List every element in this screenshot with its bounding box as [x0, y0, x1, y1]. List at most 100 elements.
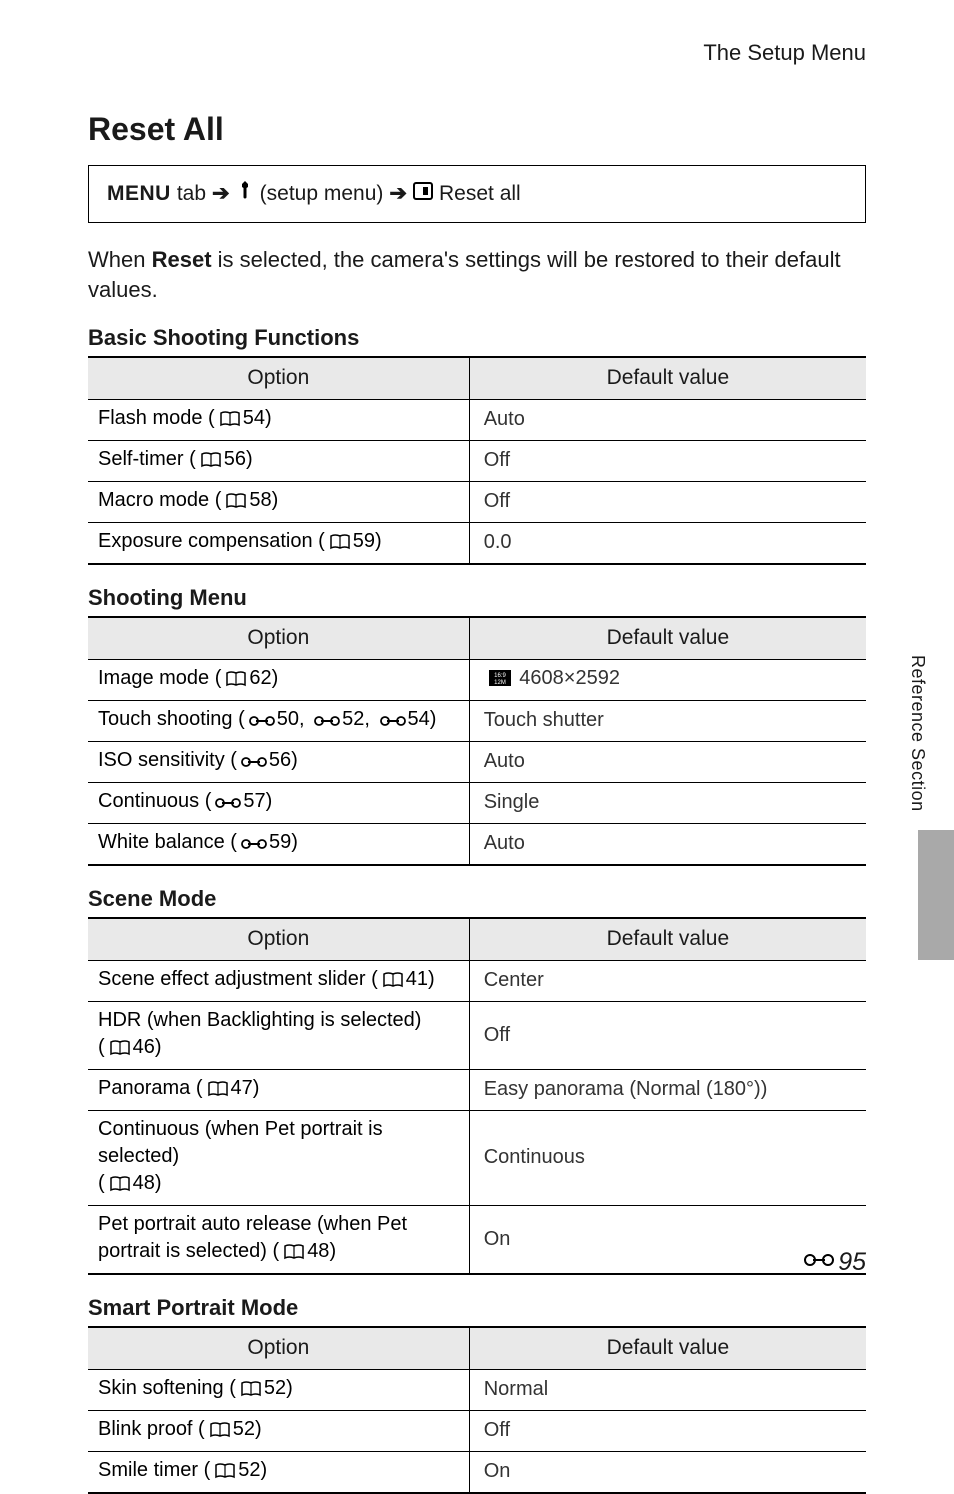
table-row: Macro mode (58)Off	[88, 481, 866, 522]
page-footer: 95	[804, 1246, 866, 1280]
default-value-cell: Center	[469, 960, 866, 1001]
page-ref: 52	[233, 1418, 255, 1440]
default-value-cell: Normal	[469, 1369, 866, 1410]
default-value-cell: Touch shutter	[469, 700, 866, 741]
option-cell: Exposure compensation (59)	[88, 522, 469, 564]
defaults-table: OptionDefault valueFlash mode (54)AutoSe…	[88, 356, 866, 564]
option-cell: White balance (59)	[88, 823, 469, 865]
arrow-icon: ➔	[212, 180, 230, 208]
option-name: Scene effect adjustment slider	[98, 968, 366, 990]
option-name: Touch shooting	[98, 708, 233, 730]
default-value-cell: Continuous	[469, 1110, 866, 1205]
page-ref: 41	[406, 968, 428, 990]
option-name: Skin softening	[98, 1377, 224, 1399]
default-value: Single	[484, 791, 540, 813]
menu-label: MENU	[107, 180, 171, 208]
book-ref-icon	[283, 1241, 305, 1268]
option-cell: Flash mode (54)	[88, 399, 469, 440]
wrench-icon	[236, 180, 254, 208]
tab-ref-icon	[241, 832, 267, 859]
option-cell: Image mode (62)	[88, 659, 469, 700]
col-header-option: Option	[88, 1327, 469, 1369]
default-value-cell: Off	[469, 1001, 866, 1069]
option-cell: Scene effect adjustment slider (41)	[88, 960, 469, 1001]
default-value: Normal	[484, 1378, 548, 1400]
page-ref: 56	[224, 448, 246, 470]
table-row: Image mode (62)16:912M 4608×2592	[88, 659, 866, 700]
option-cell: Self-timer (56)	[88, 440, 469, 481]
page-ref: 59	[353, 530, 375, 552]
col-header-option: Option	[88, 357, 469, 399]
default-value-cell: Easy panorama (Normal (180°))	[469, 1069, 866, 1110]
option-name: Continuous (when Pet portrait is selecte…	[98, 1118, 383, 1167]
page-ref: 52	[264, 1377, 286, 1399]
page-title: Reset All	[88, 108, 866, 151]
tab-ref-icon	[249, 709, 275, 736]
page-ref: 50	[277, 708, 299, 730]
page-ref: 48	[133, 1172, 155, 1194]
option-name: White balance	[98, 831, 225, 853]
book-ref-icon	[225, 668, 247, 695]
default-value-cell: Single	[469, 782, 866, 823]
page-ref: 47	[231, 1077, 253, 1099]
table-row: Panorama (47)Easy panorama (Normal (180°…	[88, 1069, 866, 1110]
section-heading: Shooting Menu	[88, 583, 866, 613]
default-value: On	[484, 1228, 511, 1250]
tab-ref-icon	[215, 791, 241, 818]
tab-word: tab	[177, 180, 206, 208]
default-value: Off	[484, 490, 510, 512]
default-value: Touch shutter	[484, 709, 604, 731]
page-number: 95	[838, 1246, 866, 1280]
default-value: Auto	[484, 408, 525, 430]
table-row: Flash mode (54) Auto	[88, 399, 866, 440]
option-name: Panorama	[98, 1077, 190, 1099]
table-row: Touch shooting (50, 52, 54)Touch shutter	[88, 700, 866, 741]
page-ref: 59	[269, 831, 291, 853]
option-name: Exposure compensation	[98, 530, 313, 552]
default-value: Off	[484, 1024, 510, 1046]
setup-menu-label: (setup menu)	[260, 180, 384, 208]
page-ref: 62	[249, 667, 271, 689]
option-cell: Blink proof (52)	[88, 1410, 469, 1451]
book-ref-icon	[209, 1419, 231, 1446]
page-ref: 54	[243, 407, 265, 429]
book-ref-icon	[207, 1078, 229, 1105]
default-value: Continuous	[484, 1146, 585, 1168]
side-thumb-tab	[918, 830, 954, 960]
tab-ref-icon	[241, 750, 267, 777]
book-ref-icon	[109, 1173, 131, 1200]
reset-all-label: Reset all	[439, 180, 521, 208]
default-value-cell: Off	[469, 440, 866, 481]
side-section-label: Reference Section	[906, 655, 930, 812]
col-header-default: Default value	[469, 918, 866, 960]
default-value: Off	[484, 449, 510, 471]
option-name: Flash mode	[98, 407, 203, 429]
book-ref-icon	[225, 490, 247, 517]
option-cell: Continuous (when Pet portrait is selecte…	[88, 1110, 469, 1205]
table-row: Continuous (when Pet portrait is selecte…	[88, 1110, 866, 1205]
default-value-cell: Off	[469, 481, 866, 522]
table-row: Self-timer (56) Off	[88, 440, 866, 481]
default-value: On	[484, 1460, 511, 1482]
tab-ref-icon	[314, 709, 340, 736]
default-value: Off	[484, 1419, 510, 1441]
book-ref-icon	[109, 1037, 131, 1064]
default-value-cell: Auto	[469, 741, 866, 782]
book-ref-icon	[382, 969, 404, 996]
col-header-option: Option	[88, 617, 469, 659]
defaults-table: OptionDefault valueScene effect adjustme…	[88, 917, 866, 1274]
table-row: White balance (59)Auto	[88, 823, 866, 865]
reset-icon	[413, 180, 433, 208]
option-name: Blink proof	[98, 1418, 193, 1440]
svg-text:16:9: 16:9	[494, 673, 506, 679]
option-name: Self-timer	[98, 448, 184, 470]
intro-text: When Reset is selected, the camera's set…	[88, 245, 866, 304]
table-row: Scene effect adjustment slider (41)Cente…	[88, 960, 866, 1001]
option-name: ISO sensitivity	[98, 749, 225, 771]
col-header-default: Default value	[469, 1327, 866, 1369]
default-value: 0.0	[484, 531, 512, 553]
default-value-cell: Off	[469, 1410, 866, 1451]
table-row: Blink proof (52) Off	[88, 1410, 866, 1451]
table-row: ISO sensitivity (56)Auto	[88, 741, 866, 782]
default-value-cell: Auto	[469, 399, 866, 440]
